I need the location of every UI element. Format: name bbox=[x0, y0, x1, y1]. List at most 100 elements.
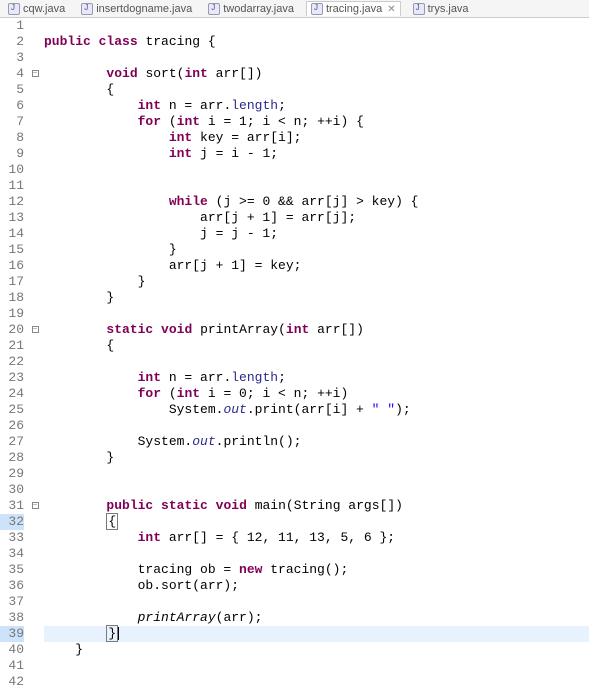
fold-cell bbox=[30, 226, 40, 242]
fold-cell bbox=[30, 594, 40, 610]
fold-cell bbox=[30, 338, 40, 354]
fold-cell bbox=[30, 274, 40, 290]
text-cursor bbox=[118, 627, 119, 640]
tab-file-0[interactable]: cqw.java bbox=[4, 2, 69, 16]
code-line[interactable]: for (int i = 1; i < n; ++i) { bbox=[44, 114, 589, 130]
line-number: 26 bbox=[0, 418, 24, 434]
fold-cell bbox=[30, 194, 40, 210]
code-line[interactable]: ob.sort(arr); bbox=[44, 578, 589, 594]
line-number: 6 bbox=[0, 98, 24, 114]
code-line[interactable] bbox=[44, 18, 589, 34]
code-line[interactable]: public static void main(String args[]) bbox=[44, 498, 589, 514]
tab-file-3[interactable]: tracing.java ✕ bbox=[306, 1, 401, 16]
fold-cell bbox=[30, 674, 40, 690]
code-line[interactable]: { bbox=[44, 338, 589, 354]
line-number: 37 bbox=[0, 594, 24, 610]
code-line[interactable] bbox=[44, 546, 589, 562]
code-line[interactable]: j = j - 1; bbox=[44, 226, 589, 242]
code-line[interactable] bbox=[44, 482, 589, 498]
code-line[interactable]: } bbox=[44, 626, 589, 642]
code-line[interactable]: int key = arr[i]; bbox=[44, 130, 589, 146]
code-line[interactable] bbox=[44, 418, 589, 434]
fold-cell[interactable]: − bbox=[30, 66, 40, 82]
code-line[interactable] bbox=[44, 466, 589, 482]
line-number: 27 bbox=[0, 434, 24, 450]
code-line[interactable]: System.out.print(arr[i] + " "); bbox=[44, 402, 589, 418]
fold-toggle-icon[interactable]: − bbox=[32, 70, 39, 77]
code-line[interactable]: arr[j + 1] = key; bbox=[44, 258, 589, 274]
fold-cell[interactable]: − bbox=[30, 322, 40, 338]
code-line[interactable]: int n = arr.length; bbox=[44, 98, 589, 114]
code-line[interactable] bbox=[44, 354, 589, 370]
line-number: 34 bbox=[0, 546, 24, 562]
code-line[interactable] bbox=[44, 178, 589, 194]
line-number: 18 bbox=[0, 290, 24, 306]
code-line[interactable]: } bbox=[44, 274, 589, 290]
fold-toggle-icon[interactable]: − bbox=[32, 326, 39, 333]
code-line[interactable]: { bbox=[44, 514, 589, 530]
fold-toggle-icon[interactable]: − bbox=[32, 502, 39, 509]
fold-cell bbox=[30, 466, 40, 482]
code-line[interactable]: printArray(arr); bbox=[44, 610, 589, 626]
code-line[interactable]: } bbox=[44, 450, 589, 466]
line-number: 22 bbox=[0, 354, 24, 370]
java-file-icon bbox=[413, 3, 425, 15]
fold-cell bbox=[30, 258, 40, 274]
code-line[interactable]: void sort(int arr[]) bbox=[44, 66, 589, 82]
line-number: 14 bbox=[0, 226, 24, 242]
code-line[interactable]: public class tracing { bbox=[44, 34, 589, 50]
code-editor[interactable]: 1234567891011121314151617181920212223242… bbox=[0, 18, 589, 696]
code-line[interactable]: { bbox=[44, 82, 589, 98]
fold-cell bbox=[30, 18, 40, 34]
code-line[interactable] bbox=[44, 674, 589, 690]
code-line[interactable] bbox=[44, 162, 589, 178]
line-number-gutter: 1234567891011121314151617181920212223242… bbox=[0, 18, 30, 696]
close-icon[interactable]: ✕ bbox=[385, 4, 395, 15]
code-line[interactable]: int n = arr.length; bbox=[44, 370, 589, 386]
fold-cell bbox=[30, 50, 40, 66]
fold-cell[interactable]: − bbox=[30, 498, 40, 514]
code-line[interactable]: int j = i - 1; bbox=[44, 146, 589, 162]
code-line[interactable] bbox=[44, 50, 589, 66]
line-number: 42 bbox=[0, 674, 24, 690]
code-line[interactable]: tracing ob = new tracing(); bbox=[44, 562, 589, 578]
code-line[interactable]: arr[j + 1] = arr[j]; bbox=[44, 210, 589, 226]
tab-file-4[interactable]: trys.java bbox=[409, 2, 473, 16]
tab-file-1[interactable]: insertdogname.java bbox=[77, 2, 196, 16]
line-number: 15 bbox=[0, 242, 24, 258]
code-line[interactable] bbox=[44, 306, 589, 322]
fold-cell bbox=[30, 482, 40, 498]
line-number: 10 bbox=[0, 162, 24, 178]
fold-cell bbox=[30, 290, 40, 306]
tab-file-2[interactable]: twodarray.java bbox=[204, 2, 298, 16]
fold-cell bbox=[30, 34, 40, 50]
code-line[interactable] bbox=[44, 594, 589, 610]
code-line[interactable]: while (j >= 0 && arr[j] > key) { bbox=[44, 194, 589, 210]
line-number: 36 bbox=[0, 578, 24, 594]
line-number: 20 bbox=[0, 322, 24, 338]
code-line[interactable]: int arr[] = { 12, 11, 13, 5, 6 }; bbox=[44, 530, 589, 546]
code-line[interactable]: } bbox=[44, 290, 589, 306]
line-number: 39 bbox=[0, 626, 24, 642]
fold-cell bbox=[30, 578, 40, 594]
line-number: 16 bbox=[0, 258, 24, 274]
code-line[interactable] bbox=[44, 658, 589, 674]
code-line[interactable]: System.out.println(); bbox=[44, 434, 589, 450]
editor-tabbar: cqw.java insertdogname.java twodarray.ja… bbox=[0, 0, 589, 18]
line-number: 9 bbox=[0, 146, 24, 162]
code-area[interactable]: public class tracing { void sort(int arr… bbox=[40, 18, 589, 696]
line-number: 23 bbox=[0, 370, 24, 386]
line-number: 2 bbox=[0, 34, 24, 50]
fold-cell bbox=[30, 610, 40, 626]
code-line[interactable]: for (int i = 0; i < n; ++i) bbox=[44, 386, 589, 402]
fold-cell bbox=[30, 306, 40, 322]
line-number: 13 bbox=[0, 210, 24, 226]
fold-cell bbox=[30, 546, 40, 562]
tab-label: trys.java bbox=[428, 3, 469, 15]
fold-cell bbox=[30, 114, 40, 130]
code-line[interactable]: } bbox=[44, 642, 589, 658]
fold-gutter[interactable]: − − − bbox=[30, 18, 40, 696]
line-number: 33 bbox=[0, 530, 24, 546]
code-line[interactable]: static void printArray(int arr[]) bbox=[44, 322, 589, 338]
code-line[interactable]: } bbox=[44, 242, 589, 258]
